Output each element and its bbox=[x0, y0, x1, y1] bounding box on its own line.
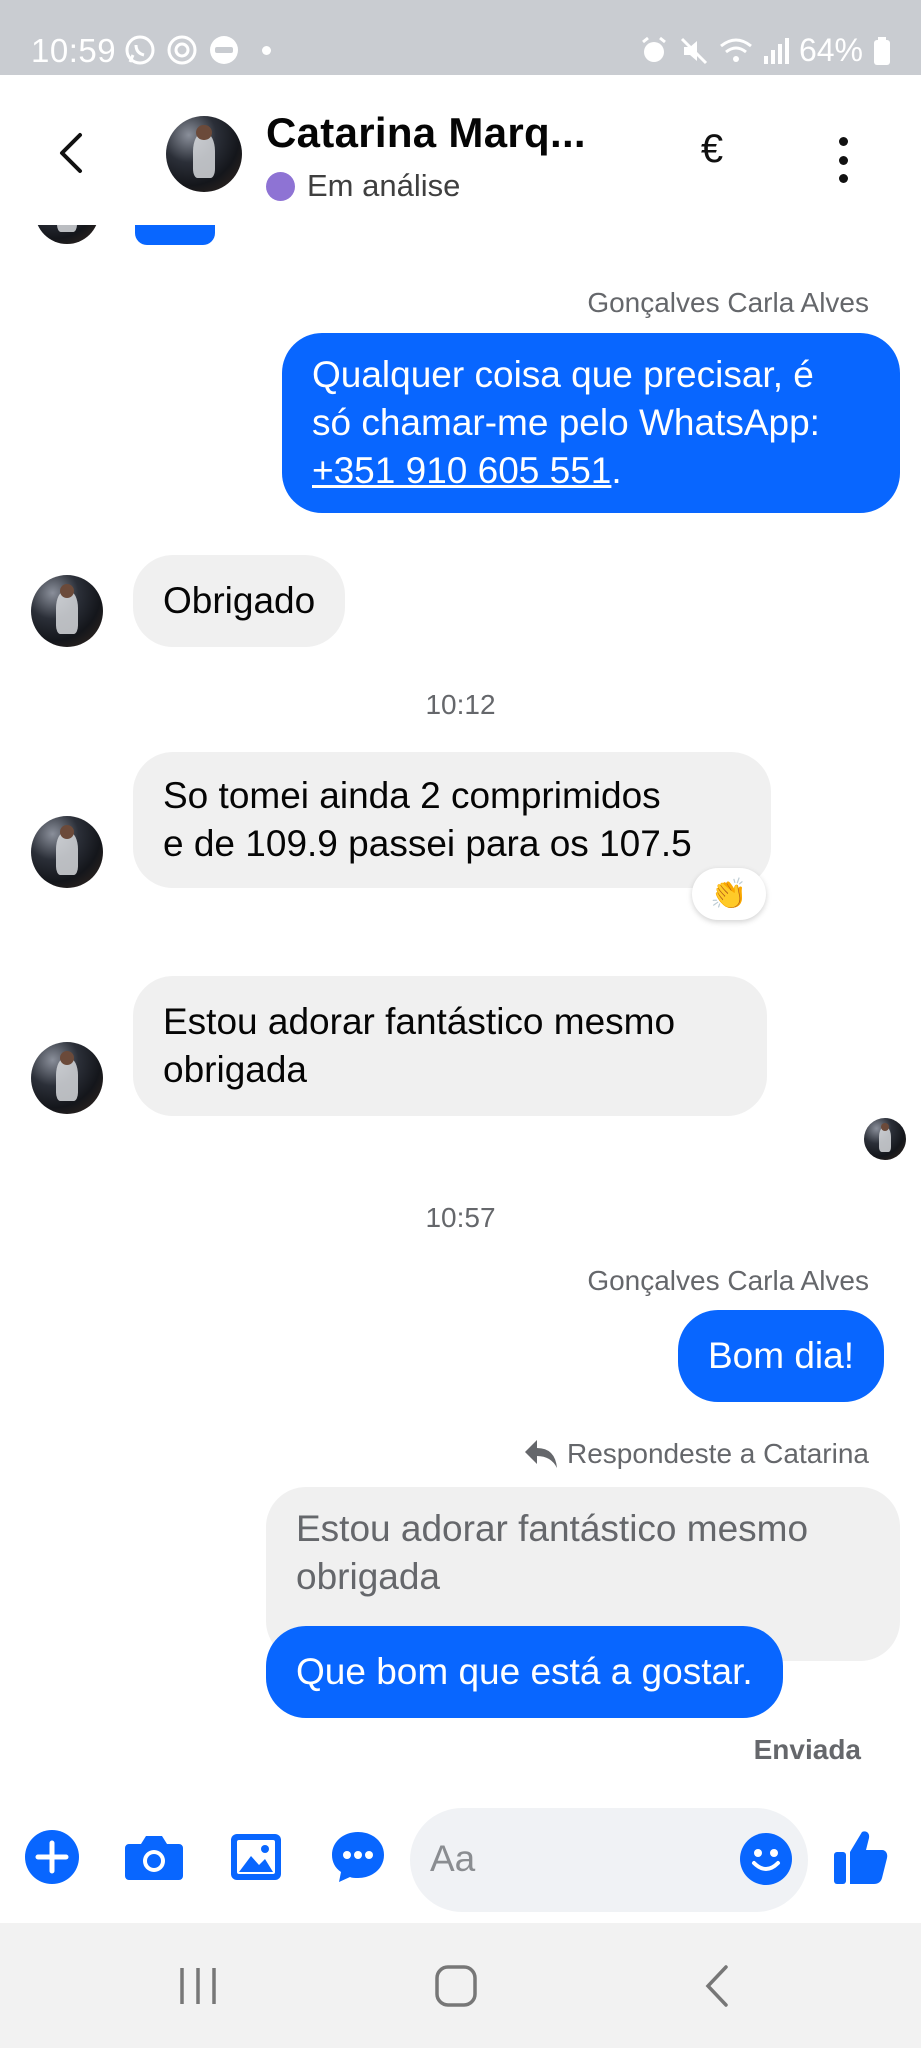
camera-icon bbox=[125, 1836, 183, 1880]
back-arrow-icon bbox=[705, 1965, 728, 2007]
seen-indicator-avatar bbox=[864, 1118, 906, 1160]
reply-arrow-icon bbox=[525, 1440, 558, 1468]
message-input-placeholder: Aa bbox=[430, 1838, 476, 1879]
like-button[interactable] bbox=[830, 1827, 890, 1887]
whatsapp-icon bbox=[124, 34, 156, 66]
message-text: obrigada bbox=[163, 1049, 308, 1090]
status-bar: 10:59 64% bbox=[0, 0, 921, 75]
message-input[interactable]: Aa bbox=[410, 1808, 808, 1912]
message-list[interactable]: Gonçalves Carla Alves Qualquer coisa que… bbox=[0, 225, 921, 1805]
home-icon bbox=[435, 1965, 477, 2007]
avatar[interactable] bbox=[31, 575, 103, 647]
payment-button[interactable]: € bbox=[692, 127, 732, 177]
timestamp: 10:57 bbox=[425, 1202, 496, 1233]
message-text: So tomei ainda 2 comprimidos bbox=[163, 775, 661, 816]
battery-percent: 64% bbox=[798, 32, 863, 68]
mute-icon bbox=[679, 36, 709, 66]
message-bubble-incoming[interactable]: Estou adorar fantástico mesmo obrigada bbox=[133, 976, 767, 1116]
status-text: Em análise bbox=[307, 168, 461, 203]
signal-icon bbox=[763, 36, 789, 66]
message-text: Estou adorar fantástico mesmo bbox=[163, 1001, 676, 1042]
app-badge-icon bbox=[208, 34, 240, 66]
message-bubble-incoming[interactable]: So tomei ainda 2 comprimidos e de 109.9 … bbox=[133, 752, 771, 888]
message-text: só chamar-me pelo WhatsApp: bbox=[312, 402, 820, 443]
clapping-hands-icon: 👏 bbox=[710, 877, 748, 911]
gallery-button[interactable] bbox=[226, 1827, 286, 1887]
recent-apps-button[interactable] bbox=[168, 1961, 228, 2011]
more-options-button[interactable] bbox=[830, 137, 856, 183]
message-text: e de 109.9 passei para os 107.5 bbox=[163, 823, 692, 864]
reaction-badge[interactable]: 👏 bbox=[692, 868, 766, 920]
chevron-left-icon bbox=[60, 133, 82, 173]
status-dot-icon bbox=[266, 171, 295, 201]
home-button[interactable] bbox=[426, 1961, 486, 2011]
like-icon bbox=[834, 1831, 888, 1884]
message-composer: Aa bbox=[0, 1805, 921, 1923]
chat-options-button[interactable] bbox=[328, 1827, 388, 1887]
message-bubble-outgoing[interactable]: Que bom que está a gostar. bbox=[266, 1626, 783, 1718]
message-text: Obrigado bbox=[163, 580, 316, 621]
avatar[interactable] bbox=[31, 1042, 103, 1114]
message-bubble-outgoing[interactable]: Bom dia! bbox=[678, 1310, 885, 1402]
status-time: 10:59 bbox=[31, 32, 117, 69]
emoji-button[interactable] bbox=[738, 1831, 794, 1887]
threads-icon bbox=[166, 34, 198, 66]
chat-options-icon bbox=[332, 1832, 384, 1882]
quoted-text: Estou adorar fantástico mesmo bbox=[296, 1508, 809, 1549]
sender-name: Gonçalves Carla Alves bbox=[587, 287, 869, 318]
avatar bbox=[35, 225, 99, 244]
message-bubble-incoming[interactable]: Obrigado bbox=[133, 555, 346, 647]
plus-icon bbox=[25, 1830, 79, 1884]
recent-apps-icon bbox=[180, 1968, 216, 2004]
timestamp: 10:12 bbox=[425, 689, 496, 720]
system-back-button[interactable] bbox=[686, 1961, 746, 2011]
reply-indicator: Respondeste a Catarina bbox=[523, 1438, 869, 1470]
avatar[interactable] bbox=[31, 816, 103, 888]
system-navigation-bar bbox=[0, 1923, 921, 2048]
conversation-header: Catarina Marq... Em análise € bbox=[0, 75, 921, 225]
more-notifications-dot bbox=[262, 45, 271, 55]
sender-name: Gonçalves Carla Alves bbox=[587, 1265, 869, 1296]
message-text: . bbox=[611, 450, 622, 491]
reply-label-text: Respondeste a Catarina bbox=[567, 1438, 869, 1469]
system-icons: 64% bbox=[639, 32, 891, 69]
partial-message-bubble bbox=[135, 225, 215, 245]
camera-button[interactable] bbox=[124, 1827, 184, 1887]
wifi-icon bbox=[719, 36, 753, 66]
image-icon bbox=[231, 1834, 281, 1880]
quoted-text: obrigada bbox=[296, 1556, 441, 1597]
notification-icons bbox=[124, 34, 271, 66]
battery-icon bbox=[873, 36, 891, 66]
delivery-status: Enviada bbox=[753, 1734, 861, 1765]
emoji-icon bbox=[740, 1833, 792, 1885]
phone-link[interactable]: +351 910 605 551 bbox=[312, 450, 611, 491]
add-button[interactable] bbox=[22, 1827, 82, 1887]
message-text: Bom dia! bbox=[708, 1335, 855, 1376]
message-text: Que bom que está a gostar. bbox=[296, 1651, 753, 1692]
alarm-icon bbox=[639, 36, 669, 66]
contact-avatar[interactable] bbox=[166, 116, 242, 192]
message-text: Qualquer coisa que precisar, é bbox=[312, 354, 814, 395]
back-button[interactable] bbox=[52, 131, 92, 175]
message-bubble-outgoing[interactable]: Qualquer coisa que precisar, é só chamar… bbox=[282, 333, 900, 513]
contact-status: Em análise bbox=[266, 168, 460, 204]
contact-name[interactable]: Catarina Marq... bbox=[266, 109, 586, 157]
